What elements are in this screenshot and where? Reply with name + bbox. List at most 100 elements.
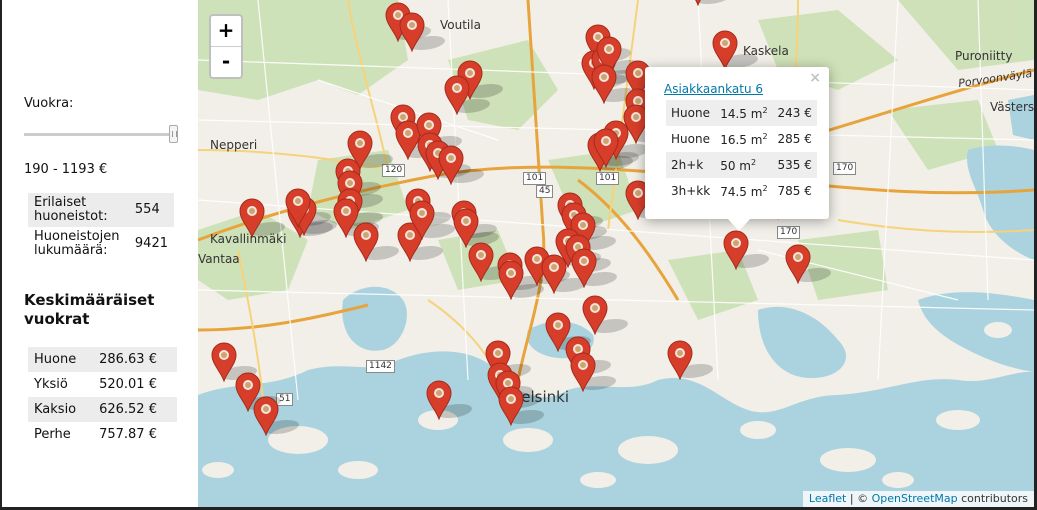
marker-pin-icon [409, 200, 435, 241]
map-marker[interactable] [409, 200, 435, 241]
map-marker[interactable] [785, 244, 811, 285]
popup-row: 3h+kk 74.5 m2 785 € [666, 178, 817, 204]
zoom-out-button[interactable]: - [211, 47, 241, 77]
map-marker[interactable] [426, 380, 452, 421]
map-marker[interactable] [591, 64, 617, 105]
popup-area: 50 m2 [715, 152, 773, 178]
rent-label: Vuokra: [24, 96, 74, 111]
map-attribution: Leaflet | © OpenStreetMap contributors [802, 491, 1034, 507]
attribution-separator: | © [846, 492, 872, 505]
popup-rent: 285 € [777, 132, 812, 146]
popup-close-button[interactable]: × [809, 70, 821, 86]
marker-pin-icon [498, 386, 524, 427]
popup-rent: 243 € [772, 100, 817, 126]
marker-pin-icon [444, 75, 470, 116]
place-label: Västers [990, 100, 1034, 114]
road-number: 101 [523, 172, 547, 185]
stats-value: 554 [128, 193, 174, 227]
marker-pin-icon [498, 260, 524, 301]
average-row: Kaksio 626.52 € [28, 397, 177, 422]
marker-pin-icon [239, 198, 265, 239]
popup-rent: 535 € [772, 152, 817, 178]
road-number: 1142 [366, 360, 395, 373]
marker-pin-icon [211, 342, 237, 383]
marker-pin-icon [399, 12, 425, 53]
map-marker[interactable] [253, 396, 279, 437]
map-marker[interactable] [285, 188, 311, 229]
stats-value: 9421 [134, 236, 168, 251]
map-marker[interactable] [468, 242, 494, 283]
popup-area: 14.5 m2 [715, 100, 773, 126]
map-marker[interactable] [444, 75, 470, 116]
zoom-control: + - [209, 14, 243, 79]
map-marker[interactable] [685, 0, 711, 7]
map-marker[interactable] [399, 12, 425, 53]
popup-row: Huone 14.5 m2 243 € [666, 100, 817, 126]
popup-area: 16.5 m2 [720, 131, 768, 147]
map-view[interactable]: Voutila Kaskela Puroniitty Nepperi Kaval… [198, 0, 1034, 507]
place-label: Vantaa [198, 252, 240, 266]
popup-type: Huone [666, 100, 716, 126]
average-rents-title: Keskimääräiset vuokrat [24, 291, 155, 328]
map-marker[interactable] [239, 198, 265, 239]
average-row: Huone 286.63 € [28, 347, 177, 372]
average-row: Yksiö 520.01 € [28, 372, 177, 397]
marker-pin-icon [438, 145, 464, 186]
map-marker[interactable] [723, 230, 749, 271]
popup-area: 74.5 m2 [720, 183, 768, 199]
popup-row: Huone 16.5 m2 285 € [666, 126, 817, 152]
osm-link[interactable]: OpenStreetMap [872, 492, 958, 505]
stats-label: Huoneistojen lukumäärä: [34, 229, 120, 258]
map-marker[interactable] [498, 260, 524, 301]
average-rents-table: Huone 286.63 € Yksiö 520.01 € Kaksio 626… [28, 347, 177, 447]
marker-pin-icon [723, 230, 749, 271]
place-label: Voutila [440, 18, 481, 32]
popup-address-link[interactable]: Asiakkaankatu 6 [664, 82, 763, 96]
average-label: Kaksio [28, 397, 94, 422]
average-label: Yksiö [34, 377, 68, 392]
popup-type: 2h+k [666, 152, 716, 178]
road-number: 45 [536, 185, 554, 198]
popup-rent: 785 € [777, 184, 812, 198]
map-marker[interactable] [353, 222, 379, 263]
marker-pin-icon [353, 222, 379, 263]
popup-tip [728, 219, 750, 231]
map-marker[interactable] [712, 30, 738, 71]
map-marker[interactable] [211, 342, 237, 383]
marker-pin-icon [667, 340, 693, 381]
map-marker[interactable] [667, 340, 693, 381]
map-marker[interactable] [498, 386, 524, 427]
road-number: 170 [833, 162, 857, 175]
popup-apartment-table: Huone 14.5 m2 243 € Huone 16.5 m2 285 € … [666, 100, 817, 204]
average-value: 626.52 € [93, 397, 177, 422]
map-marker[interactable] [571, 248, 597, 289]
slider-max-handle[interactable] [169, 125, 178, 143]
zoom-in-button[interactable]: + [211, 16, 241, 47]
map-marker[interactable] [438, 145, 464, 186]
map-marker[interactable] [570, 352, 596, 393]
rent-range-text: 190 - 1193 € [24, 162, 108, 177]
marker-pin-icon [570, 352, 596, 393]
marker-pin-icon [712, 30, 738, 71]
road-number: 101 [596, 172, 620, 185]
marker-pin-icon [253, 396, 279, 437]
marker-pin-icon [582, 295, 608, 336]
rent-range-slider[interactable] [24, 125, 178, 143]
average-row: Perhe 757.87 € [28, 422, 177, 447]
popup-type: Huone [671, 132, 710, 146]
place-label: Nepperi [210, 138, 258, 152]
marker-pin-icon [571, 248, 597, 289]
place-label: Puroniitty [955, 49, 1013, 63]
map-marker[interactable] [582, 295, 608, 336]
stats-row: Huoneistojen lukumäärä: 9421 [28, 227, 174, 261]
marker-pin-icon [695, 0, 701, 7]
average-label: Perhe [34, 427, 71, 442]
marker-pin-icon [285, 188, 311, 229]
slider-range-fill [24, 133, 178, 136]
marker-pin-icon [593, 128, 619, 169]
stats-label: Erilaiset huoneistot: [28, 193, 129, 227]
average-value: 286.63 € [93, 347, 177, 372]
leaflet-link[interactable]: Leaflet [809, 492, 846, 505]
apartment-popup: × Asiakkaankatu 6 Huone 14.5 m2 243 € Hu… [645, 67, 829, 219]
map-marker[interactable] [593, 128, 619, 169]
